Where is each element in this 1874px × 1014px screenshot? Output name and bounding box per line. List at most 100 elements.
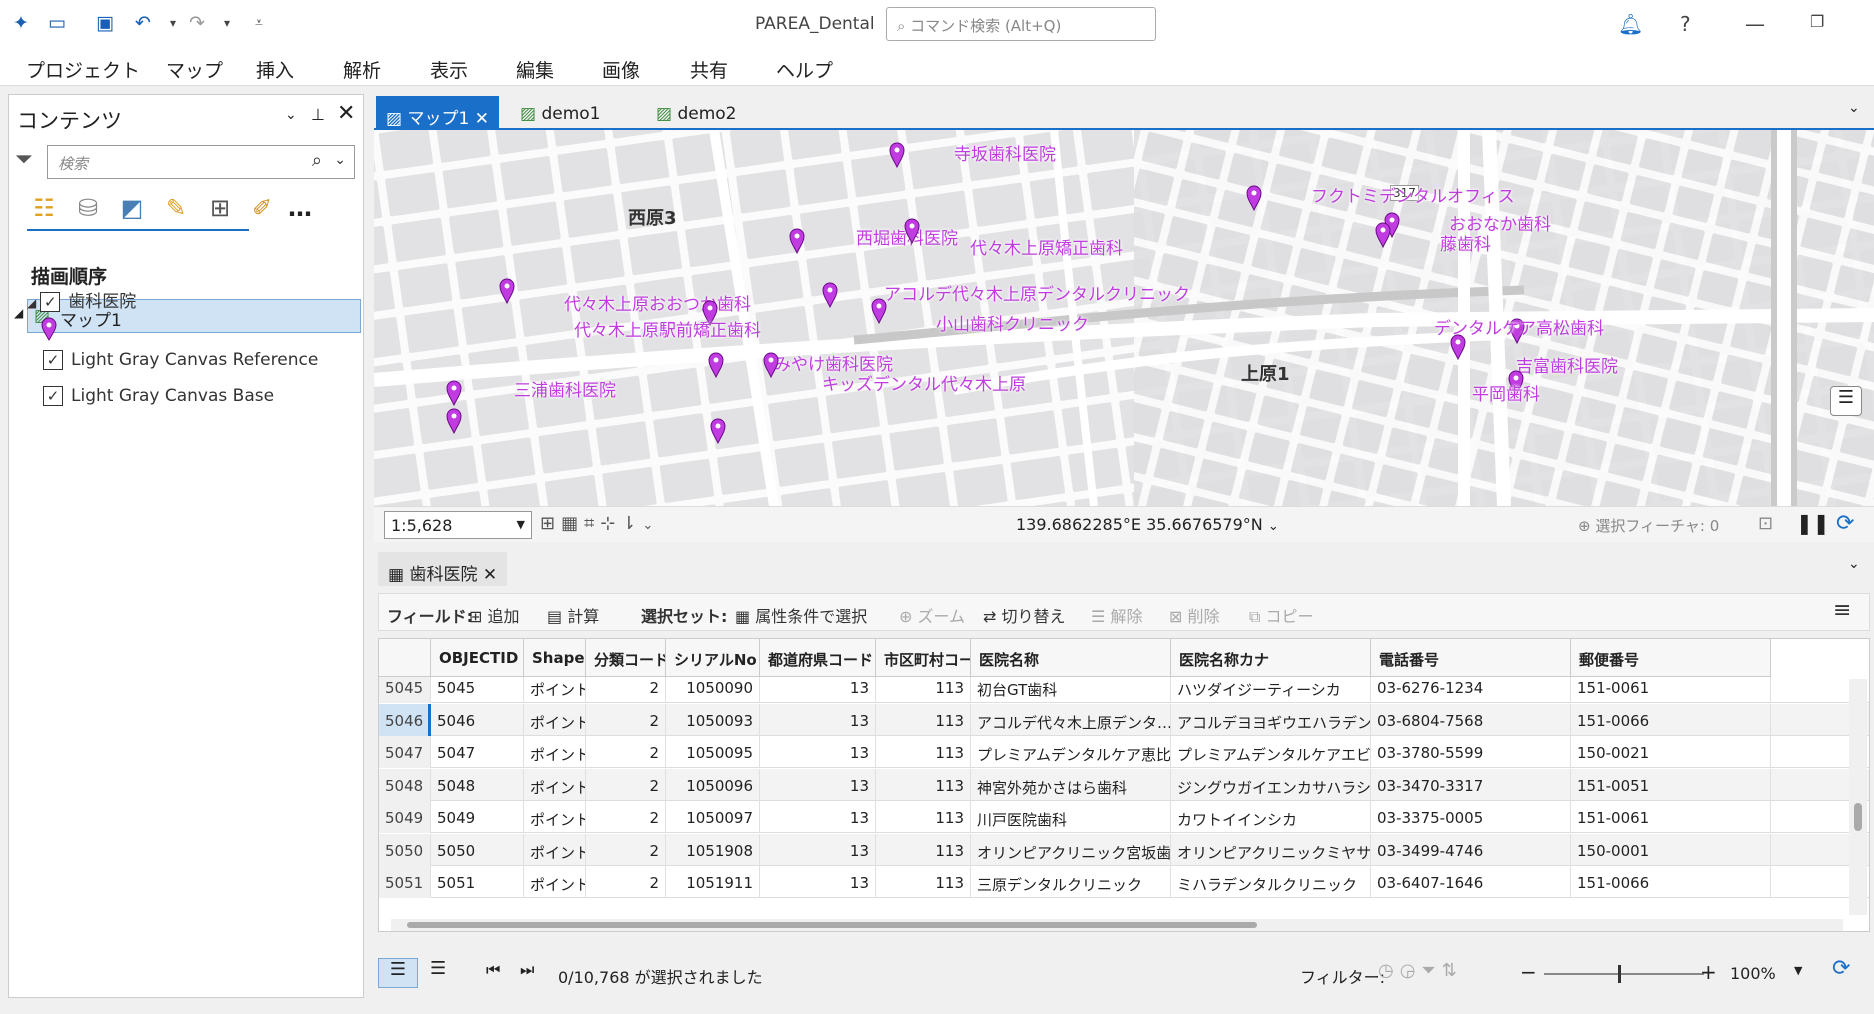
first-record-icon[interactable]: ⏮: [486, 960, 500, 980]
table-cell[interactable]: ポイント: [524, 801, 586, 833]
layer-visibility-checkbox[interactable]: ✓: [43, 350, 63, 370]
table-cell[interactable]: 03-6276-1234: [1371, 677, 1571, 703]
layer-visibility-checkbox[interactable]: ✓: [43, 386, 63, 406]
column-header[interactable]: Shape *: [524, 639, 586, 677]
table-cell[interactable]: 150-0021: [1571, 736, 1771, 768]
table-row[interactable]: 5048 5048 ポイント 2 1050096 13 113 神宮外苑かさはら歯科 ジングウガ…: [379, 768, 1869, 801]
table-cell[interactable]: アコルデ代々木上原デンタ…: [971, 703, 1171, 736]
menu-imagery[interactable]: 画像: [602, 56, 640, 83]
row-header[interactable]: 5050: [379, 833, 431, 866]
column-header[interactable]: 電話番号: [1371, 639, 1571, 677]
zoom-out-icon[interactable]: −: [1520, 960, 1537, 984]
save-icon[interactable]: ▣: [92, 10, 118, 36]
table-cell[interactable]: 150-0001: [1571, 833, 1771, 866]
row-header[interactable]: 5046: [379, 703, 431, 736]
menu-project[interactable]: プロジェクト: [26, 56, 140, 83]
redo-dropdown-icon[interactable]: ▾: [214, 10, 240, 36]
table-cell[interactable]: 2: [586, 801, 666, 833]
table-cell[interactable]: 川戸医院歯科: [971, 801, 1171, 833]
list-by-editing-icon[interactable]: ✎: [159, 191, 193, 225]
dental-marker-icon[interactable]: [499, 278, 515, 309]
dental-marker-icon[interactable]: [446, 408, 462, 439]
redo-icon[interactable]: ↷: [184, 10, 210, 36]
chevron-down-icon[interactable]: ⌄: [642, 518, 659, 533]
table-cell[interactable]: 三原デンタルクリニック: [971, 866, 1171, 898]
close-tab-icon[interactable]: ✕: [483, 565, 497, 585]
menu-help[interactable]: ヘルプ: [776, 56, 833, 83]
table-cell[interactable]: 03-3470-3317: [1371, 768, 1571, 801]
table-menu-icon[interactable]: ≡: [1833, 598, 1851, 623]
switch-selection-button[interactable]: ⇄ 切り替え: [983, 603, 1066, 627]
list-by-labeling-icon[interactable]: ✐: [245, 191, 279, 225]
column-header[interactable]: 都道府県コード: [760, 639, 876, 677]
table-cell[interactable]: 113: [876, 833, 971, 866]
list-by-snapping-icon[interactable]: ⊞: [203, 191, 237, 225]
menu-edit[interactable]: 編集: [516, 56, 554, 83]
pause-drawing-icon[interactable]: ❚❚: [1796, 511, 1830, 535]
table-cell[interactable]: 初台GT歯科: [971, 677, 1171, 703]
column-header[interactable]: 市区町村コード: [876, 639, 971, 677]
row-header[interactable]: 5047: [379, 736, 431, 768]
dental-marker-icon[interactable]: [710, 418, 726, 449]
dental-marker-icon[interactable]: [763, 352, 779, 383]
refresh-icon[interactable]: ⟳: [1832, 956, 1850, 981]
table-cell[interactable]: アコルデヨヨギウエハラデン…: [1171, 703, 1371, 736]
select-by-attributes-button[interactable]: ▦ 属性条件で選択: [735, 603, 867, 627]
table-cell[interactable]: 2: [586, 677, 666, 703]
table-cell[interactable]: 2: [586, 703, 666, 736]
table-cell[interactable]: 1051911: [666, 866, 760, 898]
map-canvas[interactable]: 西原3 上原1 317 寺坂歯科医院 フクトミデンタルオフィス おおなか歯科 藤歯科西…: [374, 130, 1874, 506]
list-by-selection-icon[interactable]: ◩: [115, 191, 149, 225]
dental-marker-icon[interactable]: [1246, 185, 1262, 216]
contents-search-input[interactable]: 検索 ⌕ ⌄: [47, 145, 355, 179]
table-cell[interactable]: 5048: [431, 768, 524, 801]
column-header[interactable]: 医院名称: [971, 639, 1171, 677]
table-cell[interactable]: 03-3780-5599: [1371, 736, 1571, 768]
table-cell[interactable]: ポイント: [524, 833, 586, 866]
row-header[interactable]: 5051: [379, 866, 431, 898]
row-header[interactable]: 5045: [379, 677, 431, 703]
column-header[interactable]: OBJECTID *: [431, 639, 524, 677]
table-cell[interactable]: 神宮外苑かさはら歯科: [971, 768, 1171, 801]
undo-icon[interactable]: ↶: [130, 10, 156, 36]
table-cell[interactable]: 113: [876, 866, 971, 898]
dental-marker-icon[interactable]: [1375, 222, 1391, 253]
grid-icon[interactable]: ⊞▦⌗⊹⇂: [540, 513, 642, 534]
table-cell[interactable]: 13: [760, 768, 876, 801]
column-header[interactable]: 郵便番号: [1571, 639, 1771, 677]
clear-selection-button[interactable]: ☰ 解除: [1091, 603, 1142, 627]
dental-marker-icon[interactable]: [822, 282, 838, 313]
zoom-slider-thumb[interactable]: [1618, 965, 1621, 983]
dental-marker-icon[interactable]: [1450, 334, 1466, 365]
table-cell[interactable]: 1050096: [666, 768, 760, 801]
table-cell[interactable]: カワトイインシカ: [1171, 801, 1371, 833]
dental-marker-icon[interactable]: [446, 380, 462, 411]
table-cell[interactable]: ポイント: [524, 866, 586, 898]
table-cell[interactable]: 1050097: [666, 801, 760, 833]
menu-insert[interactable]: 挿入: [256, 56, 294, 83]
row-header[interactable]: 5049: [379, 801, 431, 833]
table-cell[interactable]: 113: [876, 703, 971, 736]
calculate-field-button[interactable]: ▤ 計算: [547, 603, 599, 627]
toc-base-layer[interactable]: ✓ Light Gray Canvas Base: [43, 386, 274, 406]
refresh-cache-icon[interactable]: ⊡: [1758, 513, 1773, 534]
table-cell[interactable]: 5045: [431, 677, 524, 703]
help-icon[interactable]: ?: [1680, 12, 1691, 36]
table-cell[interactable]: プレミアムデンタルケアエビス…: [1171, 736, 1371, 768]
table-cell[interactable]: 151-0066: [1571, 866, 1771, 898]
restore-icon[interactable]: ❐: [1810, 12, 1824, 31]
open-folder-icon[interactable]: ▭: [44, 10, 70, 36]
undo-dropdown-icon[interactable]: ▾: [160, 10, 186, 36]
menu-view[interactable]: 表示: [430, 56, 468, 83]
table-cell[interactable]: 1050095: [666, 736, 760, 768]
table-cell[interactable]: 5047: [431, 736, 524, 768]
table-cell[interactable]: 13: [760, 866, 876, 898]
table-cell[interactable]: 5051: [431, 866, 524, 898]
table-cell[interactable]: 113: [876, 768, 971, 801]
table-cell[interactable]: オリンピアクリニック宮坂歯…: [971, 833, 1171, 866]
table-cell[interactable]: 1051908: [666, 833, 760, 866]
dental-marker-icon[interactable]: [904, 218, 920, 249]
menu-share[interactable]: 共有: [690, 56, 728, 83]
table-row[interactable]: 5049 5049 ポイント 2 1050097 13 113 川戸医院歯科 カワトイインシカ 0…: [379, 801, 1869, 833]
more-options-icon[interactable]: …: [283, 191, 317, 225]
